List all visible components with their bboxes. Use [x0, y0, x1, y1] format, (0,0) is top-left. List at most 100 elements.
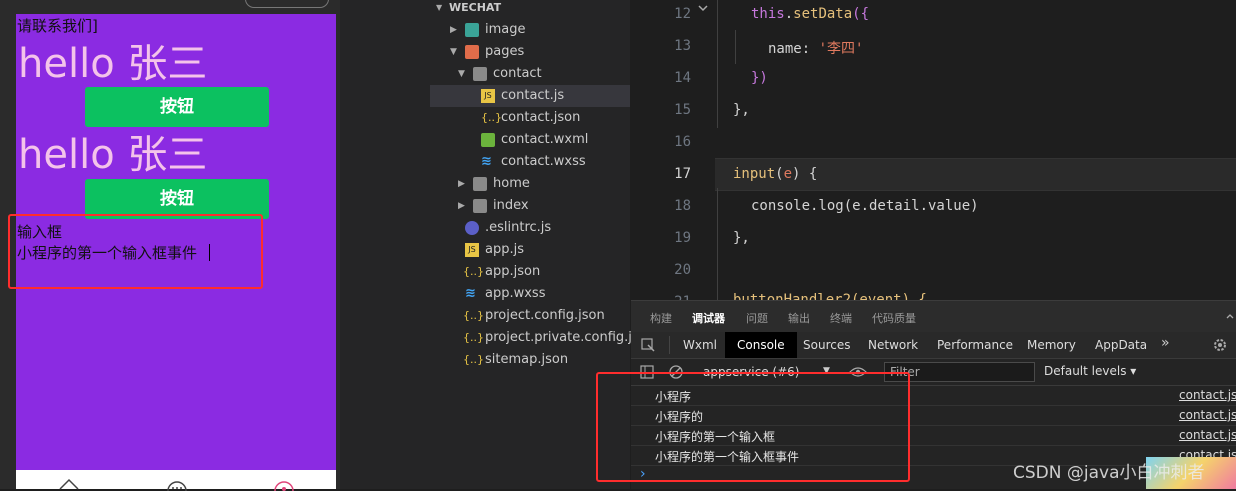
tab-wxml[interactable]: Wxml	[683, 338, 717, 352]
code-line-18: console.log(e.detail.value)	[751, 198, 979, 214]
wxml-file-icon	[481, 133, 495, 147]
tab-bar	[16, 470, 336, 491]
tab-code-quality[interactable]: 代码质量	[872, 310, 916, 326]
levels-dropdown[interactable]: Default levels ▾	[1044, 364, 1136, 378]
line-number: 20	[674, 262, 691, 278]
tree-item-sitemap[interactable]: {..} sitemap.json	[450, 349, 630, 371]
tree-item-contact-wxml[interactable]: contact.wxml	[430, 129, 630, 151]
json-file-icon: {..}	[463, 309, 484, 322]
chevron-down-icon[interactable]	[697, 3, 709, 13]
tree-item-contact-json[interactable]: {..} contact.json	[430, 107, 630, 129]
code-token: e	[783, 166, 793, 182]
tree-label: contact.js	[501, 88, 565, 103]
tree-label: image	[485, 22, 526, 37]
contact-tab-icon[interactable]	[273, 479, 295, 491]
tree-label: contact.json	[501, 110, 581, 125]
chevron-right-icon: ▶	[450, 25, 457, 35]
code-line-17: input(e) {	[733, 166, 817, 182]
tree-item-eslintrc[interactable]: .eslintrc.js	[450, 217, 630, 239]
code-token: (	[775, 166, 784, 182]
tree-label: app.wxss	[485, 286, 546, 301]
tree-label: pages	[485, 44, 525, 59]
explorer-root[interactable]: ▼ WECHAT	[340, 0, 630, 16]
tab-network[interactable]: Network	[868, 338, 918, 352]
tree-label: project.private.config.js...	[485, 330, 652, 345]
folder-open-icon	[473, 67, 487, 81]
tab-output[interactable]: 输出	[788, 310, 810, 326]
wxss-file-icon: ≋	[481, 154, 492, 169]
devtools-divider	[669, 336, 670, 354]
tree-item-app-json[interactable]: {..} app.json	[450, 261, 630, 283]
tree-item-app-wxss[interactable]: ≋ app.wxss	[450, 283, 630, 305]
tree-label: .eslintrc.js	[485, 220, 552, 235]
file-explorer: ▼ WECHAT ▶ image ▼ pages ▼ contact JS co…	[340, 0, 651, 489]
log-source-link[interactable]: contact.js	[1179, 408, 1236, 422]
tab-memory[interactable]: Memory	[1027, 338, 1076, 352]
wxss-file-icon: ≋	[465, 286, 476, 301]
line-number: 19	[674, 230, 691, 246]
tree-item-home[interactable]: ▶ home	[458, 173, 630, 195]
more-tabs-icon[interactable]: »	[1161, 335, 1170, 351]
line-number-current: 17	[674, 166, 691, 182]
tree-item-image[interactable]: ▶ image	[450, 19, 630, 41]
hello-text-1: hello 张三	[18, 41, 208, 87]
code-editor[interactable]: 12 13 14 15 16 17 18 19 20 21 this.setDa…	[631, 0, 1236, 310]
chevron-up-icon[interactable]	[1225, 311, 1235, 321]
code-token: setData	[793, 6, 853, 22]
devtools-top-tabbar: 构建 调试器 问题 输出 终端 代码质量	[631, 300, 1236, 333]
simulator-panel: 请联系我们] hello 张三 按钮 hello 张三 按钮 输入框 小程序的第…	[0, 0, 340, 491]
tree-item-contact-wxss[interactable]: ≋ contact.wxss	[430, 151, 630, 173]
contact-text: 请联系我们]	[17, 17, 98, 35]
tab-sources[interactable]: Sources	[803, 338, 850, 352]
simulator-top-button[interactable]	[245, 0, 329, 8]
tree-item-contact-js[interactable]: JS contact.js	[430, 85, 630, 107]
code-token: input	[733, 166, 776, 182]
code-token: ) {	[792, 166, 818, 182]
code-line-14: })	[751, 70, 768, 86]
tab-appdata[interactable]: AppData	[1095, 338, 1147, 352]
code-token: ({	[852, 6, 870, 22]
indent-guide	[735, 30, 736, 64]
log-source-link[interactable]: contact.js	[1179, 388, 1236, 402]
code-token: this	[751, 6, 785, 22]
tree-item-contact[interactable]: ▼ contact	[458, 63, 630, 85]
chevron-down-icon: ▼	[450, 47, 457, 57]
tree-label: index	[493, 198, 529, 213]
button-1[interactable]: 按钮	[85, 87, 269, 127]
tree-label: app.js	[485, 242, 524, 257]
inspect-icon[interactable]	[640, 337, 656, 353]
js-file-icon: JS	[481, 89, 495, 103]
chevron-right-icon: ▶	[458, 179, 465, 189]
explorer-root-label: WECHAT	[449, 1, 502, 14]
message-tab-icon[interactable]	[166, 479, 188, 491]
tree-item-project-private-config[interactable]: {..} project.private.config.js...	[450, 327, 651, 349]
tree-label: contact	[493, 66, 542, 81]
tab-build[interactable]: 构建	[650, 310, 672, 326]
chevron-right-icon: ▶	[458, 201, 465, 211]
code-token: .	[784, 6, 794, 22]
watermark: CSDN @java小白冲刺者	[1013, 463, 1205, 483]
tree-item-index[interactable]: ▶ index	[458, 195, 630, 217]
code-line-19: },	[733, 230, 750, 246]
line-number: 14	[674, 70, 691, 86]
log-source-link[interactable]: contact.js	[1179, 428, 1236, 442]
tab-problems[interactable]: 问题	[746, 310, 768, 326]
json-file-icon: {..}	[463, 353, 484, 366]
tree-label: home	[493, 176, 530, 191]
input-highlight-box	[8, 214, 263, 289]
tab-performance[interactable]: Performance	[937, 338, 1013, 352]
gear-icon[interactable]	[1212, 337, 1228, 353]
tab-console[interactable]: Console	[725, 332, 797, 358]
image-folder-icon	[465, 23, 479, 37]
tab-terminal[interactable]: 终端	[830, 310, 852, 326]
home-tab-icon[interactable]	[58, 476, 80, 490]
line-number: 18	[674, 198, 691, 214]
button-2[interactable]: 按钮	[85, 179, 269, 219]
indent-guide	[717, 188, 718, 300]
tree-item-project-config[interactable]: {..} project.config.json	[450, 305, 630, 327]
chevron-down-icon: ▼	[436, 3, 443, 12]
tab-debugger[interactable]: 调试器	[692, 310, 725, 326]
tree-item-app-js[interactable]: JS app.js	[450, 239, 630, 261]
tree-item-pages[interactable]: ▼ pages	[450, 41, 630, 63]
json-file-icon: {..}	[481, 111, 502, 124]
